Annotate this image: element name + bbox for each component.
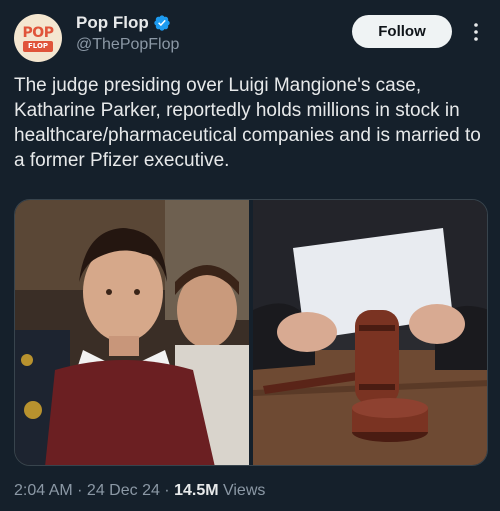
verified-badge-icon	[154, 15, 170, 31]
media-images	[15, 200, 488, 466]
media-image-gavel[interactable]	[253, 200, 488, 466]
views-label: Views	[218, 482, 266, 499]
more-vertical-icon[interactable]	[468, 20, 484, 44]
meta-separator: ·	[72, 482, 87, 499]
avatar-logo-bottom: FLOP	[23, 41, 53, 52]
meta-separator: ·	[159, 482, 175, 499]
author-handle[interactable]: @ThePopFlop	[76, 36, 179, 54]
avatar-logo-top: POP	[22, 25, 54, 41]
avatar[interactable]: POP FLOP	[14, 14, 62, 62]
author-name-row: Pop Flop	[76, 13, 171, 33]
tweet-time[interactable]: 2:04 AM	[14, 482, 73, 499]
tweet-date[interactable]: 24 Dec 24	[87, 482, 160, 499]
follow-button[interactable]: Follow	[352, 15, 452, 48]
views-count: 14.5M	[174, 482, 219, 499]
display-name[interactable]: Pop Flop	[76, 13, 149, 33]
tweet-meta: 2:04 AM · 24 Dec 24 · 14.5M Views	[14, 482, 265, 500]
media-image-man[interactable]	[15, 200, 249, 466]
tweet-media[interactable]	[14, 199, 488, 466]
tweet-text: The judge presiding over Luigi Mangione'…	[14, 75, 481, 171]
